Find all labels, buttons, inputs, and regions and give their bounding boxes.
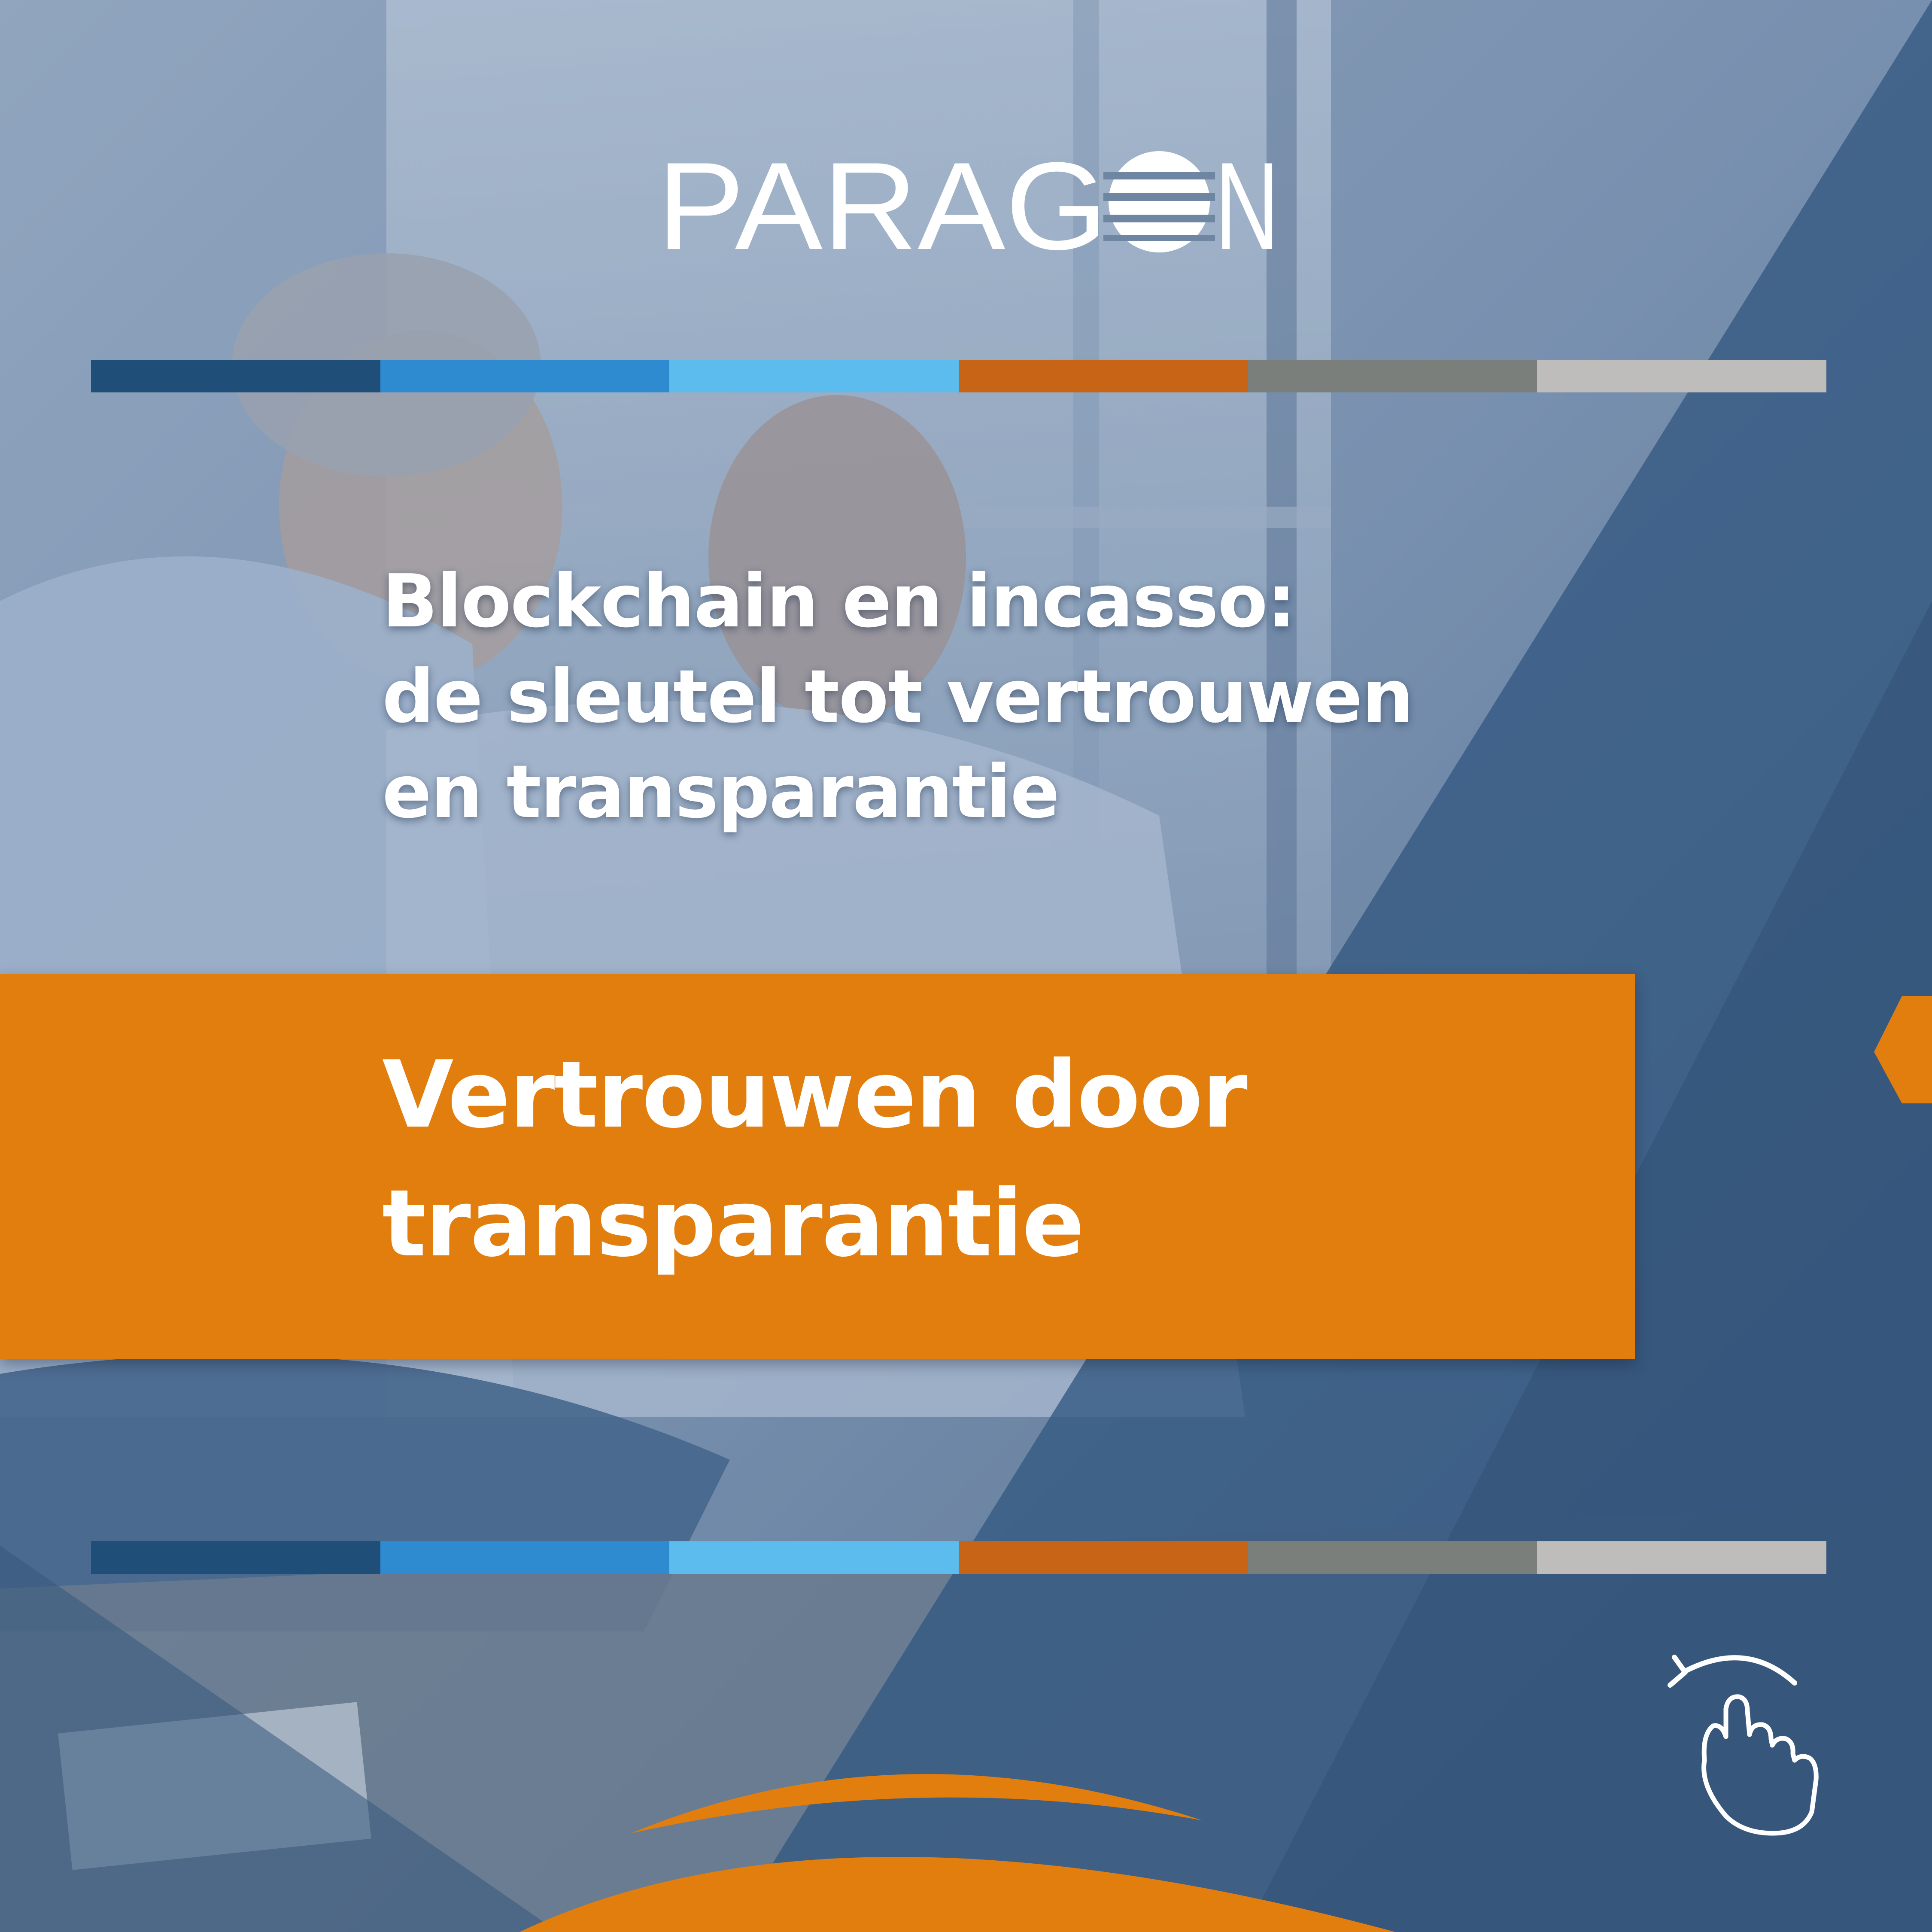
svg-text:PARAG: PARAG: [657, 142, 1108, 262]
color-bar-segment: [91, 1541, 380, 1574]
post-canvas: PARAG N Blockchain en incasso: de sleute…: [0, 0, 1932, 1932]
headline: Blockchain en incasso: de sleutel tot ve…: [382, 554, 1670, 840]
color-bar-segment: [1537, 1541, 1827, 1574]
color-bar-bottom: [91, 1541, 1827, 1574]
color-bar-segment: [380, 1541, 670, 1574]
color-bar-segment: [91, 360, 380, 392]
color-bar-segment: [1248, 1541, 1537, 1574]
color-bar-segment: [959, 1541, 1248, 1574]
paragon-logo: PARAG N: [657, 142, 1279, 262]
svg-text:N: N: [1215, 142, 1279, 262]
color-bar-segment: [669, 1541, 959, 1574]
background-photo: [0, 0, 1932, 1932]
subtitle-line: transparantie: [382, 1170, 1084, 1277]
subtitle: Vertrouwen door transparantie: [382, 1030, 1248, 1288]
color-bar-segment: [959, 360, 1248, 392]
color-bar-top: [91, 360, 1827, 392]
color-bar-segment: [669, 360, 959, 392]
color-bar-segment: [1537, 360, 1827, 392]
headline-line: en transparantie: [382, 750, 1060, 835]
headline-line: de sleutel tot vertrouwen: [382, 654, 1414, 739]
swipe-hand-icon[interactable]: [1662, 1631, 1842, 1838]
headline-line: Blockchain en incasso:: [382, 559, 1296, 644]
subtitle-line: Vertrouwen door: [382, 1041, 1248, 1148]
color-bar-segment: [1248, 360, 1537, 392]
globe-icon: [1103, 151, 1215, 252]
color-bar-segment: [380, 360, 670, 392]
